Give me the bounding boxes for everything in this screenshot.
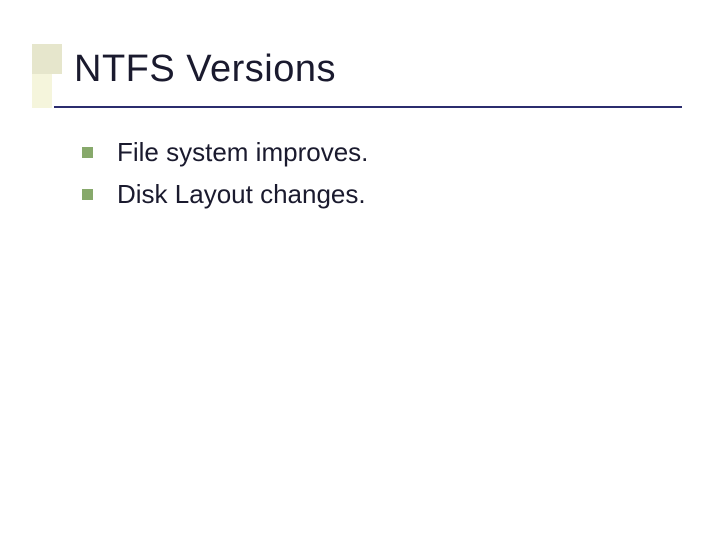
slide-title: NTFS Versions xyxy=(74,48,336,91)
title-underline xyxy=(54,106,682,108)
title-accent-top xyxy=(32,44,62,74)
body-content: File system improves. Disk Layout change… xyxy=(82,134,660,219)
bullet-text: Disk Layout changes. xyxy=(117,176,366,212)
square-bullet-icon xyxy=(82,147,93,158)
title-area: NTFS Versions xyxy=(32,44,680,108)
square-bullet-icon xyxy=(82,189,93,200)
bullet-text: File system improves. xyxy=(117,134,368,170)
list-item: File system improves. xyxy=(82,134,660,170)
list-item: Disk Layout changes. xyxy=(82,176,660,212)
title-accent-left xyxy=(32,74,52,108)
